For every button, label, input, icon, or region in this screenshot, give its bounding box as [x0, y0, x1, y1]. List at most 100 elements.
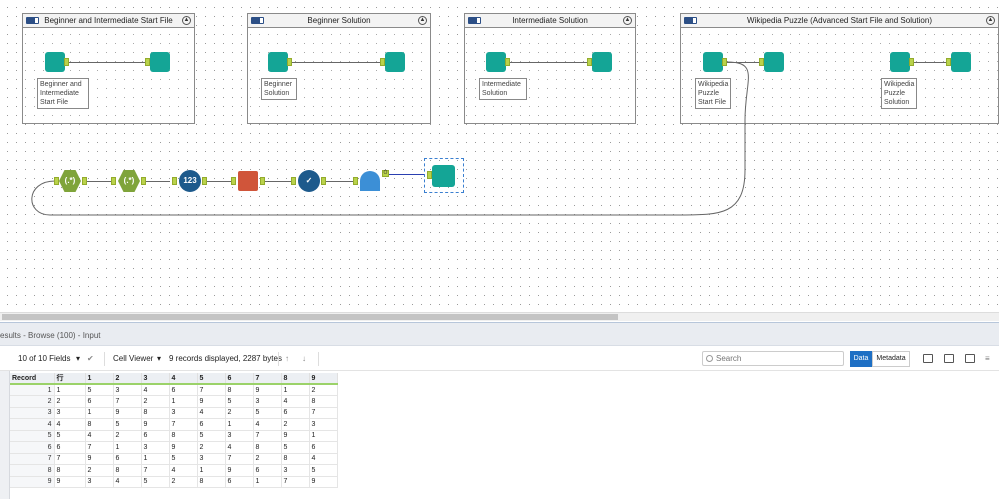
- table-cell[interactable]: 5: [169, 453, 198, 465]
- table-cell[interactable]: 7: [141, 464, 170, 477]
- table-cell[interactable]: 3: [253, 395, 282, 408]
- table-cell[interactable]: 7: [169, 418, 198, 431]
- table-cell[interactable]: 4: [309, 453, 338, 465]
- table-cell[interactable]: 6: [225, 476, 254, 488]
- table-cell[interactable]: 5: [253, 407, 282, 419]
- table-cell[interactable]: 6: [113, 453, 142, 465]
- copy-icon[interactable]: [923, 354, 933, 363]
- output-anchor-o[interactable]: O: [382, 170, 389, 177]
- record-number-cell[interactable]: 8: [10, 464, 55, 477]
- table-cell[interactable]: 5: [113, 418, 142, 431]
- table-cell[interactable]: 2: [54, 395, 86, 408]
- table-cell[interactable]: 5: [309, 464, 338, 477]
- table-cell[interactable]: 1: [281, 384, 310, 396]
- table-cell[interactable]: 4: [281, 395, 310, 408]
- table-cell[interactable]: 2: [85, 464, 114, 477]
- table-cell[interactable]: 2: [253, 453, 282, 465]
- table-cell[interactable]: 4: [225, 441, 254, 454]
- input-anchor[interactable]: [231, 177, 236, 185]
- table-cell[interactable]: 7: [253, 430, 282, 442]
- record-number-cell[interactable]: 5: [10, 430, 55, 442]
- column-header[interactable]: 2: [113, 373, 142, 385]
- table-cell[interactable]: 3: [141, 441, 170, 454]
- table-cell[interactable]: 3: [225, 430, 254, 442]
- table-cell[interactable]: 9: [281, 430, 310, 442]
- table-cell[interactable]: 2: [113, 430, 142, 442]
- metadata-button[interactable]: Metadata: [872, 351, 910, 367]
- table-cell[interactable]: 6: [54, 441, 86, 454]
- table-cell[interactable]: 1: [169, 395, 198, 408]
- table-row[interactable]: 99345286179: [10, 476, 338, 488]
- record-number-cell[interactable]: 9: [10, 476, 55, 488]
- table-cell[interactable]: 3: [85, 476, 114, 488]
- input-anchor[interactable]: [291, 177, 296, 185]
- record-number-cell[interactable]: 1: [10, 384, 55, 396]
- table-cell[interactable]: 6: [281, 407, 310, 419]
- table-cell[interactable]: 9: [169, 441, 198, 454]
- table-cell[interactable]: 7: [113, 395, 142, 408]
- column-header[interactable]: 5: [197, 373, 226, 385]
- table-cell[interactable]: 3: [197, 453, 226, 465]
- table-cell[interactable]: 2: [281, 418, 310, 431]
- table-row[interactable]: 77961537284: [10, 453, 338, 465]
- column-header[interactable]: 7: [253, 373, 282, 385]
- table-cell[interactable]: 9: [309, 476, 338, 488]
- table-cell[interactable]: 4: [141, 384, 170, 396]
- table-cell[interactable]: 3: [169, 407, 198, 419]
- table-cell[interactable]: 8: [54, 464, 86, 477]
- table-cell[interactable]: 1: [113, 441, 142, 454]
- table-cell[interactable]: 5: [281, 441, 310, 454]
- data-button[interactable]: Data: [850, 351, 872, 367]
- table-cell[interactable]: 9: [225, 464, 254, 477]
- menu-icon[interactable]: ≡: [985, 354, 990, 363]
- table-cell[interactable]: 8: [197, 476, 226, 488]
- table-cell[interactable]: 4: [54, 418, 86, 431]
- table-cell[interactable]: 8: [253, 441, 282, 454]
- table-cell[interactable]: 9: [253, 384, 282, 396]
- table-cell[interactable]: 4: [113, 476, 142, 488]
- search-box[interactable]: [702, 351, 844, 366]
- table-cell[interactable]: 4: [85, 430, 114, 442]
- check-icon[interactable]: ✔: [87, 354, 94, 363]
- table-cell[interactable]: 9: [85, 453, 114, 465]
- input-anchor[interactable]: [353, 177, 358, 185]
- table-cell[interactable]: 3: [54, 407, 86, 419]
- table-cell[interactable]: 3: [309, 418, 338, 431]
- record-number-cell[interactable]: 2: [10, 395, 55, 408]
- table-cell[interactable]: 2: [197, 441, 226, 454]
- table-row[interactable]: 22672195348: [10, 395, 338, 408]
- table-cell[interactable]: 7: [85, 441, 114, 454]
- table-cell[interactable]: 7: [309, 407, 338, 419]
- table-cell[interactable]: 2: [141, 395, 170, 408]
- save-icon[interactable]: [944, 354, 954, 363]
- table-cell[interactable]: 6: [197, 418, 226, 431]
- table-cell[interactable]: 2: [309, 384, 338, 396]
- table-cell[interactable]: 7: [281, 476, 310, 488]
- table-cell[interactable]: 1: [225, 418, 254, 431]
- cell-viewer-dropdown[interactable]: Cell Viewer: [113, 354, 153, 363]
- table-cell[interactable]: 4: [197, 407, 226, 419]
- table-cell[interactable]: 6: [85, 395, 114, 408]
- table-row[interactable]: 44859761423: [10, 418, 338, 431]
- input-anchor[interactable]: [54, 177, 59, 185]
- table-cell[interactable]: 8: [281, 453, 310, 465]
- table-cell[interactable]: 9: [197, 395, 226, 408]
- table-cell[interactable]: 6: [141, 430, 170, 442]
- browse-binoculars-icon[interactable]: [432, 165, 455, 187]
- record-number-cell[interactable]: 6: [10, 441, 55, 454]
- table-row[interactable]: 33198342567: [10, 407, 338, 419]
- table-cell[interactable]: 9: [113, 407, 142, 419]
- input-anchor[interactable]: [111, 177, 116, 185]
- table-row[interactable]: 88287419635: [10, 464, 338, 477]
- record-number-cell[interactable]: 4: [10, 418, 55, 431]
- column-header[interactable]: 9: [309, 373, 338, 385]
- record-number-cell[interactable]: 3: [10, 407, 55, 419]
- table-cell[interactable]: 1: [141, 453, 170, 465]
- table-cell[interactable]: 7: [197, 384, 226, 396]
- table-cell[interactable]: 8: [141, 407, 170, 419]
- workflow-canvas[interactable]: Beginner and Intermediate Start File ▲ B…: [0, 0, 999, 322]
- table-cell[interactable]: 5: [141, 476, 170, 488]
- table-cell[interactable]: 7: [225, 453, 254, 465]
- table-cell[interactable]: 6: [169, 384, 198, 396]
- table-cell[interactable]: 2: [225, 407, 254, 419]
